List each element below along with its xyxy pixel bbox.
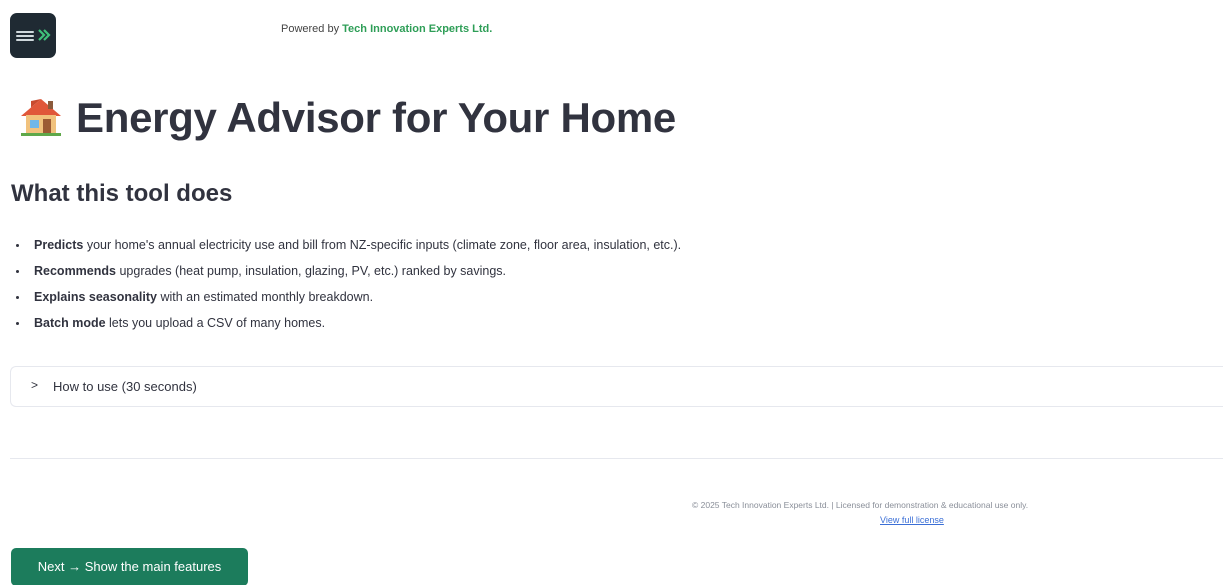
expander-label: How to use (30 seconds) [53, 379, 197, 394]
page: Powered by Tech Innovation Experts Ltd. … [0, 0, 1223, 585]
powered-brand: Tech Innovation Experts Ltd. [342, 23, 493, 35]
list-item-bold: Explains seasonality [34, 290, 157, 304]
feature-list: Predicts your home's annual electricity … [16, 236, 681, 340]
view-license-link[interactable]: View full license [880, 515, 944, 525]
how-to-use-expander[interactable]: > How to use (30 seconds) [10, 366, 1223, 407]
list-item-bold: Batch mode [34, 316, 106, 330]
next-button[interactable]: Next → Show the main features [11, 548, 248, 585]
divider [10, 458, 1223, 459]
list-item: Explains seasonality with an estimated m… [16, 288, 681, 314]
list-item-bold: Predicts [34, 238, 84, 252]
section-heading: What this tool does [11, 180, 233, 207]
logo-mark-icon [38, 29, 51, 41]
page-title: Energy Advisor for Your Home [18, 94, 676, 142]
page-title-text: Energy Advisor for Your Home [76, 94, 676, 141]
list-item-text: lets you upload a CSV of many homes. [105, 316, 326, 330]
list-item: Recommends upgrades (heat pump, insulati… [16, 262, 681, 288]
list-item-text: upgrades (heat pump, insulation, glazing… [115, 264, 507, 278]
house-icon [21, 99, 61, 136]
list-item: Batch mode lets you upload a CSV of many… [16, 314, 681, 340]
powered-by-text: Powered by Tech Innovation Experts Ltd. [281, 23, 492, 35]
chevron-right-icon: > [31, 378, 39, 392]
list-item: Predicts your home's annual electricity … [16, 236, 681, 262]
list-item-bold: Recommends [34, 264, 116, 278]
company-logo-icon [10, 13, 56, 58]
license-text: © 2025 Tech Innovation Experts Ltd. | Li… [692, 500, 1029, 510]
powered-prefix: Powered by [281, 23, 340, 35]
list-item-text: your home's annual electricity use and b… [83, 238, 682, 252]
list-item-text: with an estimated monthly breakdown. [156, 290, 374, 304]
